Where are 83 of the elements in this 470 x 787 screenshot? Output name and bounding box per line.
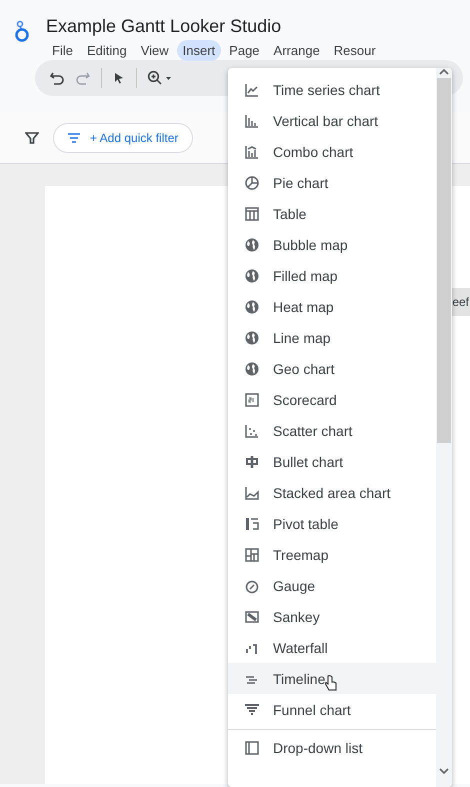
menu-option[interactable]: Waterfall — [228, 632, 436, 663]
pivot-table-icon — [244, 516, 260, 532]
filter-lines-icon — [68, 132, 80, 142]
option-label: Sankey — [273, 608, 320, 624]
filter-icon[interactable] — [25, 130, 39, 144]
menu-option[interactable]: Scatter chart — [228, 415, 436, 446]
sankey-icon — [244, 608, 260, 624]
undo-icon[interactable] — [49, 70, 65, 86]
globe-icon — [244, 236, 260, 252]
menu-item[interactable]: Editing — [80, 40, 133, 61]
menu-option[interactable]: Filled map — [228, 260, 436, 291]
option-label: Timeline — [273, 670, 326, 686]
menu-option[interactable]: Geo chart — [228, 353, 436, 384]
report-title[interactable]: Example Gantt Looker Studio — [46, 16, 382, 37]
scroll-down-icon[interactable] — [439, 767, 449, 775]
option-label: Bubble map — [273, 236, 348, 252]
menu-option[interactable]: Vertical bar chart — [228, 105, 436, 136]
option-label: Table — [273, 206, 306, 222]
menu-item[interactable]: Arrange — [268, 40, 326, 61]
option-label: Scatter chart — [273, 422, 352, 438]
area-chart-icon — [244, 484, 260, 500]
menu-item[interactable]: Page — [223, 40, 266, 61]
menu-option[interactable]: Table — [228, 198, 436, 229]
menu-item[interactable]: Insert — [176, 40, 222, 61]
menu-option[interactable]: Treemap — [228, 539, 436, 570]
menu-option[interactable]: Funnel chart — [228, 694, 436, 725]
scrollbar[interactable] — [436, 68, 452, 787]
option-label: Combo chart — [273, 144, 354, 160]
menu-option[interactable]: Heat map — [228, 291, 436, 322]
combo-chart-icon — [244, 144, 260, 160]
option-label: Scorecard — [273, 392, 337, 408]
list-icon — [244, 740, 260, 756]
scorecard-icon — [244, 392, 260, 408]
zoom-icon[interactable] — [147, 70, 173, 86]
scrollbar-thumb[interactable] — [437, 78, 451, 443]
menu-option[interactable]: Line map — [228, 322, 436, 353]
table-icon — [244, 206, 260, 222]
menu-item[interactable]: Resour — [328, 40, 382, 61]
globe-icon — [244, 360, 260, 376]
menu-option[interactable]: Combo chart — [228, 136, 436, 167]
option-label: Geo chart — [273, 360, 334, 376]
add-quick-filter-button[interactable]: + Add quick filter — [53, 122, 194, 152]
menu-option[interactable]: Pivot table — [228, 508, 436, 539]
option-label: Stacked area chart — [273, 484, 391, 500]
funnel-icon — [244, 702, 260, 718]
menu-option[interactable]: Pie chart — [228, 167, 436, 198]
globe-icon — [244, 298, 260, 314]
menu-option[interactable]: Sankey — [228, 601, 436, 632]
treemap-icon — [244, 546, 260, 562]
scatter-chart-icon — [244, 422, 260, 438]
menu-option[interactable]: Gauge — [228, 570, 436, 601]
logo-icon — [14, 20, 30, 42]
option-label: Line map — [273, 330, 331, 346]
menu-option[interactable]: Stacked area chart — [228, 477, 436, 508]
line-chart-icon — [244, 82, 260, 98]
option-label: Waterfall — [273, 640, 328, 656]
option-label: Drop-down list — [273, 740, 362, 756]
globe-icon — [244, 330, 260, 346]
scroll-up-icon[interactable] — [439, 68, 449, 76]
option-label: Pie chart — [273, 174, 328, 190]
menu-option[interactable]: Drop-down list — [228, 732, 436, 763]
menu-option[interactable]: Time series chart — [228, 74, 436, 105]
option-label: Time series chart — [273, 82, 380, 98]
option-label: Gauge — [273, 578, 316, 594]
option-label: Filled map — [273, 268, 338, 284]
option-label: Funnel chart — [273, 702, 351, 718]
menu-option[interactable]: Timeline — [228, 663, 436, 694]
option-label: Treemap — [273, 546, 329, 562]
option-label: Vertical bar chart — [273, 112, 378, 128]
option-label: Pivot table — [273, 516, 338, 532]
menu-option[interactable]: Scorecard — [228, 384, 436, 415]
bar-chart-icon — [244, 112, 260, 128]
menu-item[interactable]: File — [46, 40, 79, 61]
button-label: + Add quick filter — [90, 130, 178, 144]
pie-chart-icon — [244, 174, 260, 190]
option-label: Bullet chart — [273, 454, 344, 470]
bullet-chart-icon — [244, 454, 260, 470]
option-label: Heat map — [273, 298, 334, 314]
menu-item[interactable]: View — [134, 40, 175, 61]
menu-option[interactable]: Bullet chart — [228, 446, 436, 477]
menu-option[interactable]: Bubble map — [228, 229, 436, 260]
hand-cursor-icon — [324, 674, 338, 692]
globe-icon — [244, 268, 260, 284]
